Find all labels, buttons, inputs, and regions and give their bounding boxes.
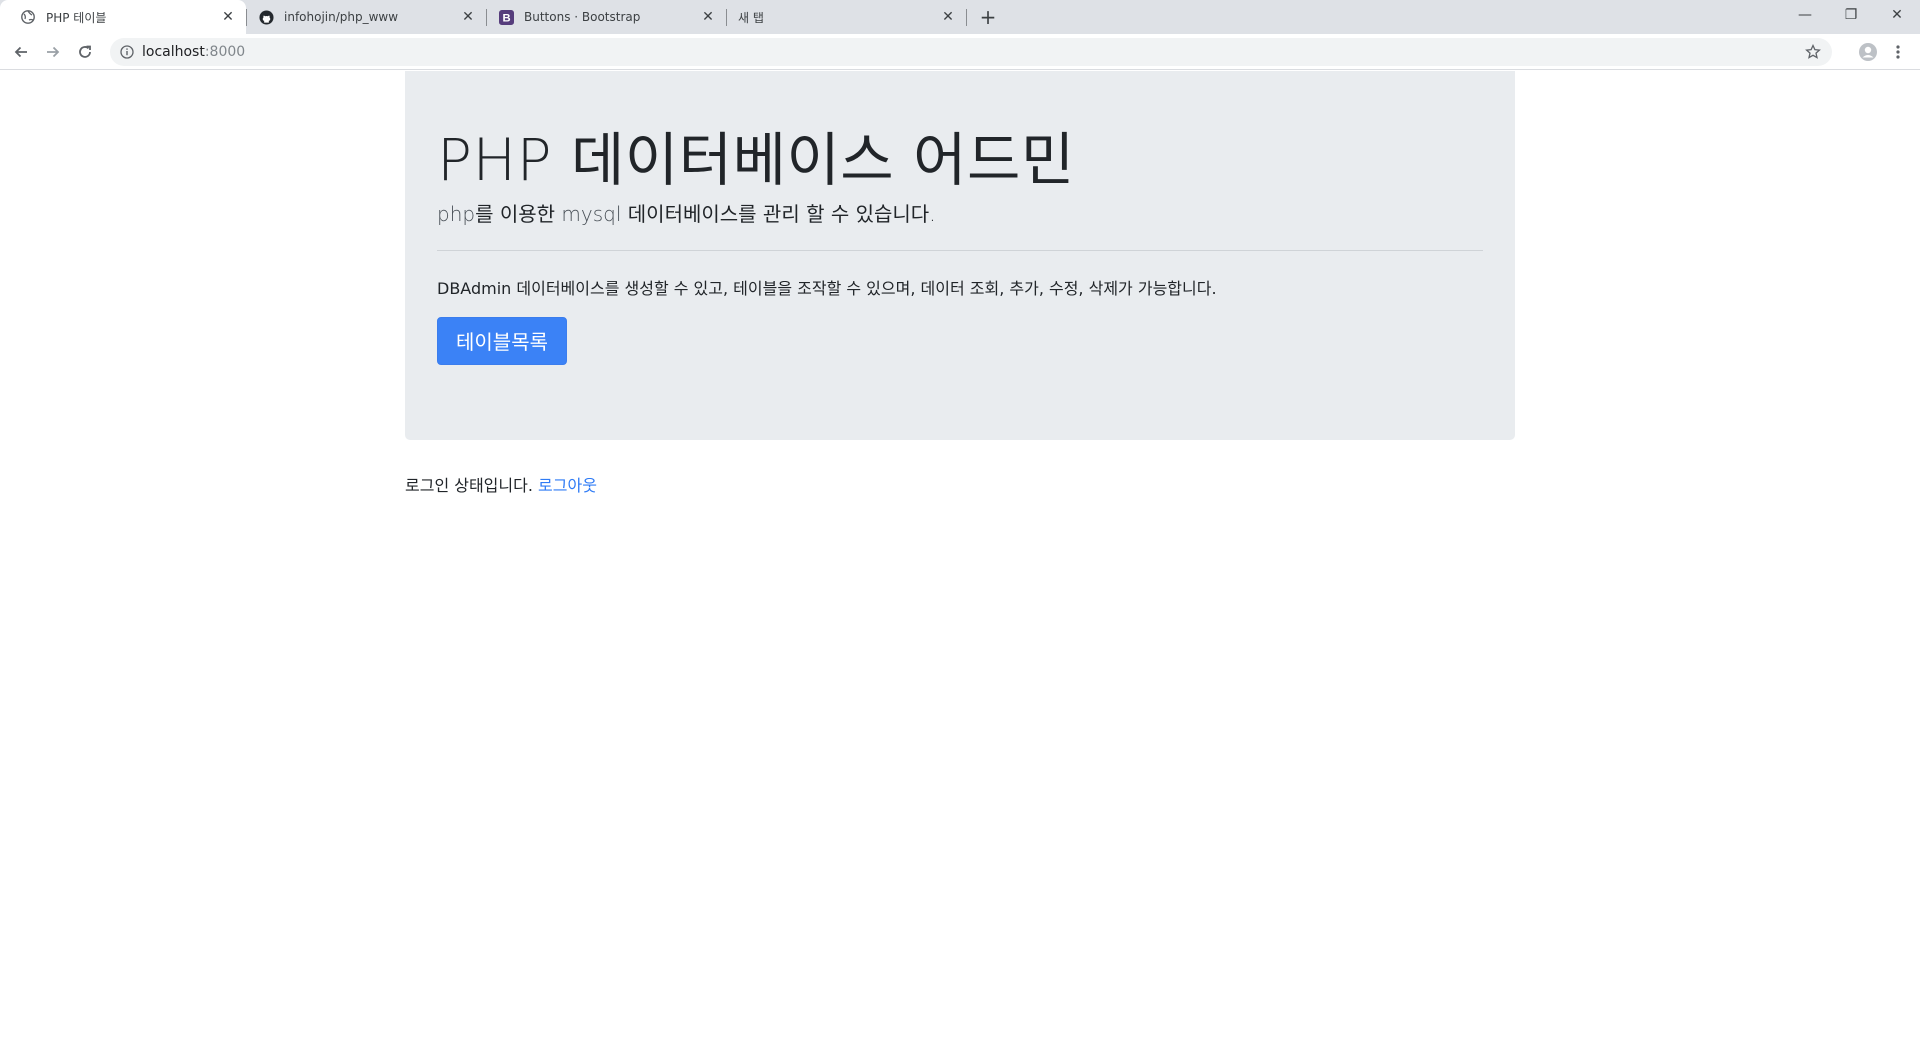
divider	[437, 249, 1483, 251]
lead-segment: 데이터베이스를 관리 할 수 있습니다.	[621, 201, 936, 226]
url-host: localhost	[142, 44, 205, 60]
url-text: localhost:8000	[142, 44, 245, 60]
window-close-button[interactable]: ✕	[1874, 0, 1920, 30]
globe-icon	[20, 9, 36, 25]
restore-button[interactable]: ❐	[1828, 0, 1874, 30]
close-icon[interactable]: ✕	[460, 9, 476, 25]
browser-toolbar: localhost:8000	[0, 34, 1920, 70]
new-tab-button[interactable]: +	[976, 5, 1000, 29]
profile-avatar-icon[interactable]	[1856, 40, 1880, 64]
reload-icon[interactable]	[73, 40, 97, 64]
tab-php-table[interactable]: PHP 테이블 ✕	[0, 0, 246, 34]
lead-php: php	[437, 201, 476, 226]
lead-segment: 를 이용한	[475, 201, 562, 226]
tab-title: infohojin/php_www	[284, 10, 399, 24]
tab-bootstrap[interactable]: B Buttons · Bootstrap ✕	[480, 0, 726, 34]
svg-text:B: B	[502, 12, 510, 24]
table-list-button[interactable]: 테이블목록	[437, 316, 567, 365]
address-bar[interactable]: localhost:8000	[110, 38, 1832, 66]
back-arrow-icon[interactable]	[9, 40, 33, 64]
description-text: DBAdmin 데이터베이스를 생성할 수 있고, 테이블을 조작할 수 있으며…	[437, 278, 1217, 298]
minimize-button[interactable]: —	[1782, 0, 1828, 30]
page-title: PHP 데이터베이스 어드민	[437, 126, 1075, 194]
close-icon[interactable]: ✕	[220, 9, 236, 25]
login-status-text: 로그인 상태입니다.	[405, 476, 539, 495]
github-icon	[258, 9, 274, 25]
url-port: :8000	[204, 44, 246, 60]
tab-separator	[966, 9, 967, 26]
jumbotron: PHP 데이터베이스 어드민 php를 이용한 mysql 데이터베이스를 관리…	[405, 71, 1515, 440]
page-viewport: PHP 데이터베이스 어드민 php를 이용한 mysql 데이터베이스를 관리…	[0, 71, 1920, 1040]
bootstrap-icon: B	[498, 9, 514, 25]
info-icon[interactable]	[119, 44, 135, 60]
tab-title: PHP 테이블	[46, 10, 107, 25]
forward-arrow-icon[interactable]	[41, 40, 65, 64]
tab-github[interactable]: infohojin/php_www ✕	[240, 0, 486, 34]
close-icon[interactable]: ✕	[940, 9, 956, 25]
tab-new-tab[interactable]: 새 탭 ✕	[720, 0, 966, 34]
login-status: 로그인 상태입니다. 로그아웃	[405, 472, 597, 496]
tab-title: 새 탭	[738, 10, 764, 25]
tab-title: Buttons · Bootstrap	[524, 10, 641, 24]
close-icon[interactable]: ✕	[700, 9, 716, 25]
logout-link[interactable]: 로그아웃	[538, 476, 597, 495]
bookmark-star-icon[interactable]	[1804, 43, 1822, 61]
lead-mysql: mysql	[561, 201, 622, 226]
more-menu-icon[interactable]	[1886, 40, 1910, 64]
tab-strip: PHP 테이블 ✕ infohojin/php_www ✕ B Buttons …	[0, 0, 1920, 34]
lead-text: php를 이용한 mysql 데이터베이스를 관리 할 수 있습니다.	[437, 200, 1483, 228]
